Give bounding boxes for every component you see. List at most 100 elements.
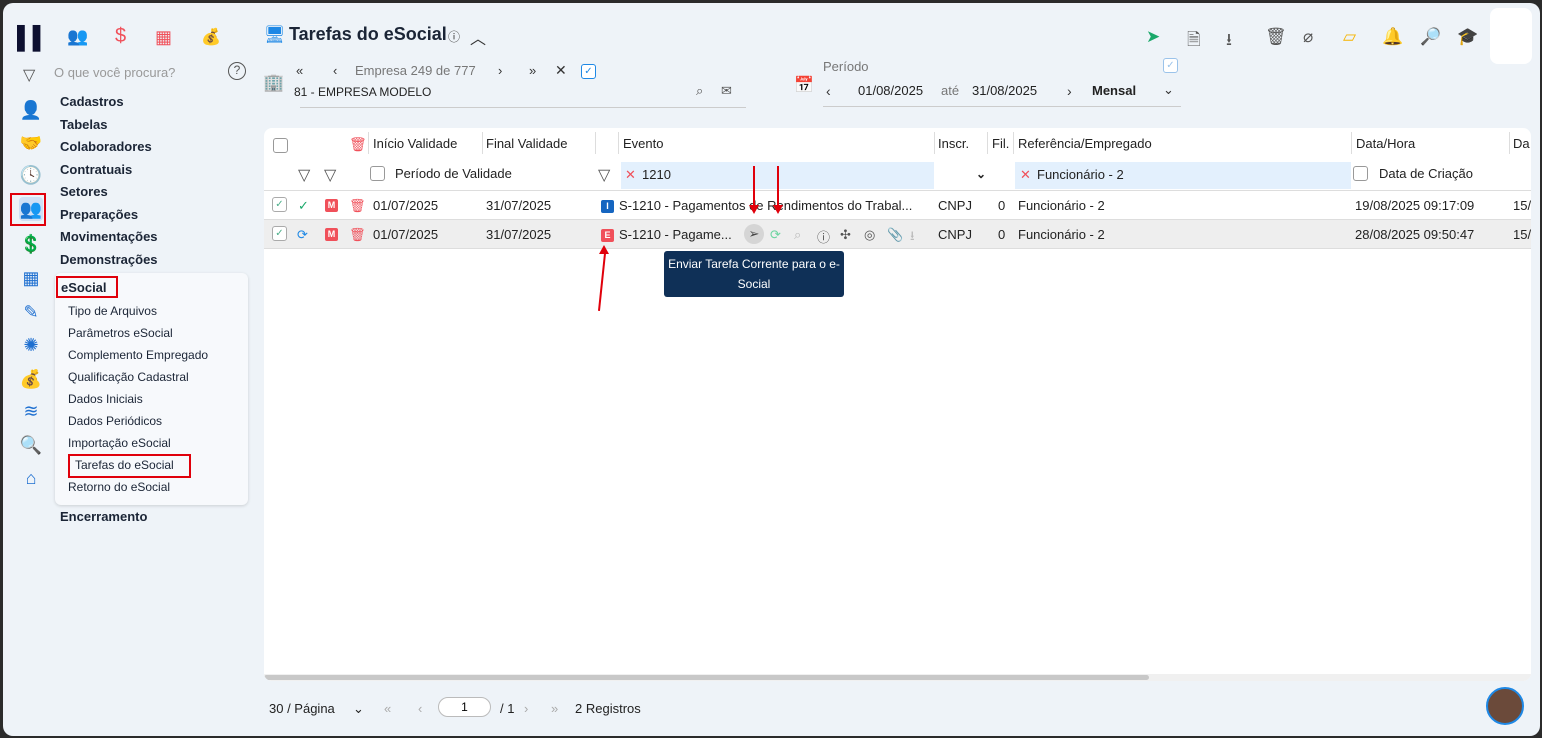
document-icon[interactable]: 🗎 [1187,27,1201,56]
user-panel[interactable] [1490,8,1532,64]
header-inicio[interactable]: Início Validade [373,136,457,151]
header-final[interactable]: Final Validade [486,136,567,151]
graduation-cap-icon[interactable]: 🎓 [1457,27,1478,47]
download-icon[interactable]: ⭳ [910,227,915,249]
broom-icon[interactable]: ⌀ [1303,27,1313,47]
money-bag-icon[interactable]: 💰 [19,367,43,391]
prev-period-button[interactable]: ‹ [826,83,831,99]
search-input[interactable]: O que você procura? [54,65,175,80]
filter-icon[interactable]: ▽ [324,165,336,185]
submenu-qualificacao[interactable]: Qualificação Cadastral [68,370,189,384]
company-name[interactable]: 81 - EMPRESA MODELO [294,85,431,99]
send-icon[interactable]: ➤ [1146,27,1160,47]
dollar-icon[interactable]: $ [115,25,126,48]
submenu-importacao[interactable]: Importação eSocial [68,436,171,450]
filter-icon[interactable]: ▽ [23,65,35,85]
horizontal-scrollbar[interactable] [264,674,1531,681]
referencia-filter-value[interactable]: Funcionário - 2 [1037,167,1124,182]
chevron-down-icon[interactable]: ⌄ [1163,82,1174,98]
clock-icon[interactable]: 🕓 [19,163,43,187]
menu-preparacoes[interactable]: Preparações [60,207,138,222]
puzzle-icon[interactable]: ✣ [840,227,851,243]
row-checkbox[interactable]: ✓ [272,226,287,241]
home-icon[interactable]: ⌂ [19,466,43,490]
calendar-icon[interactable]: 📅 [794,75,814,95]
menu-setores[interactable]: Setores [60,184,108,199]
note-icon[interactable]: ▱ [1343,27,1356,47]
menu-encerramento[interactable]: Encerramento [60,509,147,524]
submenu-complemento[interactable]: Complemento Empregado [68,348,208,362]
last-company-button[interactable]: » [529,63,536,78]
people-icon[interactable]: 👥 [67,27,88,47]
brain-icon[interactable]: ◎ [864,227,875,243]
menu-colaboradores[interactable]: Colaboradores [60,139,152,154]
document-search-icon[interactable]: 🔎 [1420,27,1441,47]
chevron-down-icon[interactable]: ⌄ [976,167,986,181]
next-period-button[interactable]: › [1067,83,1072,99]
close-icon[interactable]: ✕ [555,62,567,79]
chevron-up-icon[interactable]: ︿ [470,25,486,49]
table-row[interactable]: ✓ ⟳ M 🗑 01/07/2025 31/07/2025 E S-1210 -… [264,220,1531,249]
menu-cadastros[interactable]: Cadastros [60,94,124,109]
evento-filter-value[interactable]: 1210 [642,167,671,182]
chevron-down-icon[interactable]: ⌄ [353,701,364,717]
header-data-hora[interactable]: Data/Hora [1356,136,1415,151]
filter-icon[interactable]: ▽ [598,165,610,185]
period-validity-checkbox[interactable] [370,166,385,181]
calculator-icon[interactable]: ▦ [155,27,172,48]
trash-icon[interactable]: 🗑 [1265,27,1287,47]
header-fil[interactable]: Fil. [992,136,1009,151]
assistant-avatar[interactable] [1486,687,1524,725]
menu-tabelas[interactable]: Tabelas [60,117,107,132]
info-icon[interactable]: ⓘ [817,227,830,246]
header-inscr[interactable]: Inscr. [938,136,969,151]
period-mode-select[interactable]: Mensal [1092,83,1136,98]
next-company-button[interactable]: › [498,63,502,78]
trash-icon[interactable]: 🗑 [349,227,366,243]
last-page-button[interactable]: » [551,701,558,716]
page-input[interactable]: 1 [438,697,491,717]
header-evento[interactable]: Evento [623,136,663,151]
money-bag-icon[interactable]: 💰 [201,27,221,47]
trash-icon[interactable]: 🗑 [349,136,367,153]
clear-filter-icon[interactable]: ✕ [625,167,636,183]
help-icon[interactable]: ? [228,62,246,80]
pen-icon[interactable]: ✎ [19,300,43,324]
download-icon[interactable]: ⭳ [1226,27,1232,56]
search-icon[interactable]: ⌕ [696,83,703,99]
per-page-select[interactable]: 30 / Página [269,701,335,716]
user-gear-icon[interactable]: 👤 [19,98,43,122]
creation-date-checkbox[interactable] [1353,166,1368,181]
prev-company-button[interactable]: ‹ [333,63,337,78]
trash-icon[interactable]: 🗑 [349,198,366,214]
row-checkbox[interactable]: ✓ [272,197,287,212]
first-company-button[interactable]: « [296,63,303,78]
menu-movimentacoes[interactable]: Movimentações [60,229,158,244]
company-checkbox[interactable]: ✓ [581,64,596,79]
table-row[interactable]: ✓ ✓ M 🗑 01/07/2025 31/07/2025 I S-1210 -… [264,191,1531,220]
submenu-parametros[interactable]: Parâmetros eSocial [68,326,173,340]
search-icon[interactable]: 🔍 [19,433,43,457]
submenu-retorno[interactable]: Retorno do eSocial [68,480,170,494]
refresh-icon[interactable]: ⟳ [770,227,781,243]
submenu-dados-iniciais[interactable]: Dados Iniciais [68,392,143,406]
select-all-checkbox[interactable] [273,138,288,153]
submenu-dados-periodicos[interactable]: Dados Periódicos [68,414,162,428]
mail-icon[interactable]: ✉ [721,83,732,99]
bell-icon[interactable]: 🔔 [1382,27,1403,47]
period-checkbox[interactable]: ✓ [1163,58,1178,73]
clear-filter-icon[interactable]: ✕ [1020,167,1031,183]
header-extra[interactable]: Da [1513,136,1530,151]
info-icon[interactable]: ⓘ [448,28,460,45]
handshake-icon[interactable]: 🤝 [19,131,43,155]
search-icon[interactable]: ⌕ [794,227,801,243]
paperclip-icon[interactable]: 📎 [887,227,903,243]
header-referencia[interactable]: Referência/Empregado [1018,136,1152,151]
submenu-tipo-arquivos[interactable]: Tipo de Arquivos [68,304,157,318]
menu-demonstracoes[interactable]: Demonstrações [60,252,158,267]
period-start[interactable]: 01/08/2025 [858,83,923,98]
calculator-icon[interactable]: ▦ [19,266,43,290]
dollar-circle-icon[interactable]: 💲 [19,232,43,256]
layers-icon[interactable]: ≋ [19,399,43,423]
prev-page-button[interactable]: ‹ [418,701,422,716]
